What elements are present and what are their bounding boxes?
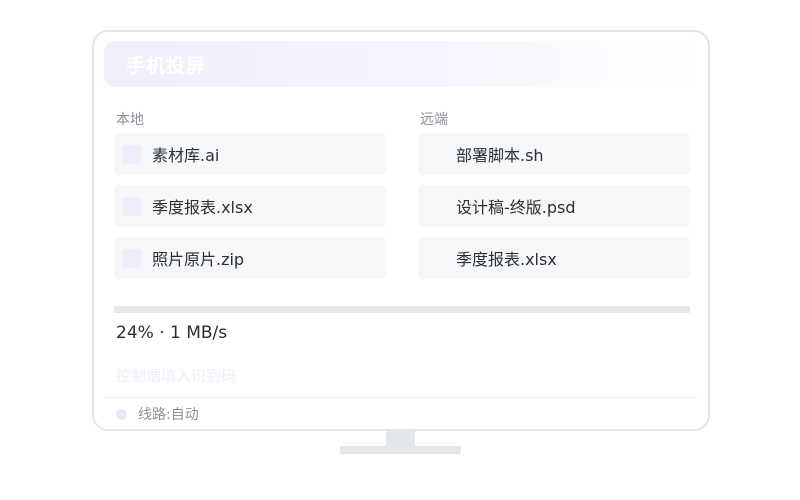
file-icon <box>426 249 445 268</box>
file-icon <box>426 197 445 216</box>
file-name: 季度报表.xlsx <box>152 198 253 217</box>
monitor-frame: 手机投屏 本地 素材库.ai 季度报表.xlsx 照片原片.zip 远端 部署脚… <box>92 30 710 431</box>
transfer-progress-fill <box>114 306 253 313</box>
file-icon <box>122 248 141 268</box>
file-name: 季度报表.xlsx <box>456 250 557 269</box>
file-icon <box>122 144 141 164</box>
route-status: 线路:自动 <box>116 404 199 424</box>
remote-panel: 远端 部署脚本.sh 设计稿-终版.psd 季度报表.xlsx <box>418 110 690 289</box>
local-panel: 本地 素材库.ai 季度报表.xlsx 照片原片.zip <box>114 110 386 289</box>
local-file-item[interactable]: 照片原片.zip <box>114 237 386 279</box>
local-label: 本地 <box>116 112 144 128</box>
header-bar: 手机投屏 <box>104 41 698 87</box>
route-status-text: 线路:自动 <box>138 407 199 423</box>
transfer-status-text: 24% · 1 MB/s <box>116 323 228 343</box>
file-icon <box>426 145 445 164</box>
transfer-progress-bar <box>114 306 690 313</box>
monitor-stand-neck <box>386 430 415 447</box>
remote-label: 远端 <box>420 112 448 128</box>
remote-file-item[interactable]: 季度报表.xlsx <box>418 237 690 279</box>
remote-file-list: 部署脚本.sh 设计稿-终版.psd 季度报表.xlsx <box>418 133 690 279</box>
remote-file-item[interactable]: 设计稿-终版.psd <box>418 185 690 227</box>
local-file-item[interactable]: 素材库.ai <box>114 133 386 175</box>
file-name: 素材库.ai <box>152 146 220 165</box>
stage: 手机投屏 本地 素材库.ai 季度报表.xlsx 照片原片.zip 远端 部署脚… <box>0 0 800 500</box>
code-input[interactable] <box>116 363 516 389</box>
local-file-item[interactable]: 季度报表.xlsx <box>114 185 386 227</box>
status-dot-icon <box>116 408 127 420</box>
file-name: 照片原片.zip <box>152 250 245 269</box>
local-file-list: 素材库.ai 季度报表.xlsx 照片原片.zip <box>114 133 386 279</box>
divider <box>104 397 698 398</box>
file-name: 设计稿-终版.psd <box>456 198 576 217</box>
file-icon <box>122 196 141 216</box>
app-title: 手机投屏 <box>126 54 207 77</box>
file-name: 部署脚本.sh <box>456 146 544 165</box>
remote-file-item[interactable]: 部署脚本.sh <box>418 133 690 175</box>
monitor-stand-base <box>340 446 461 454</box>
